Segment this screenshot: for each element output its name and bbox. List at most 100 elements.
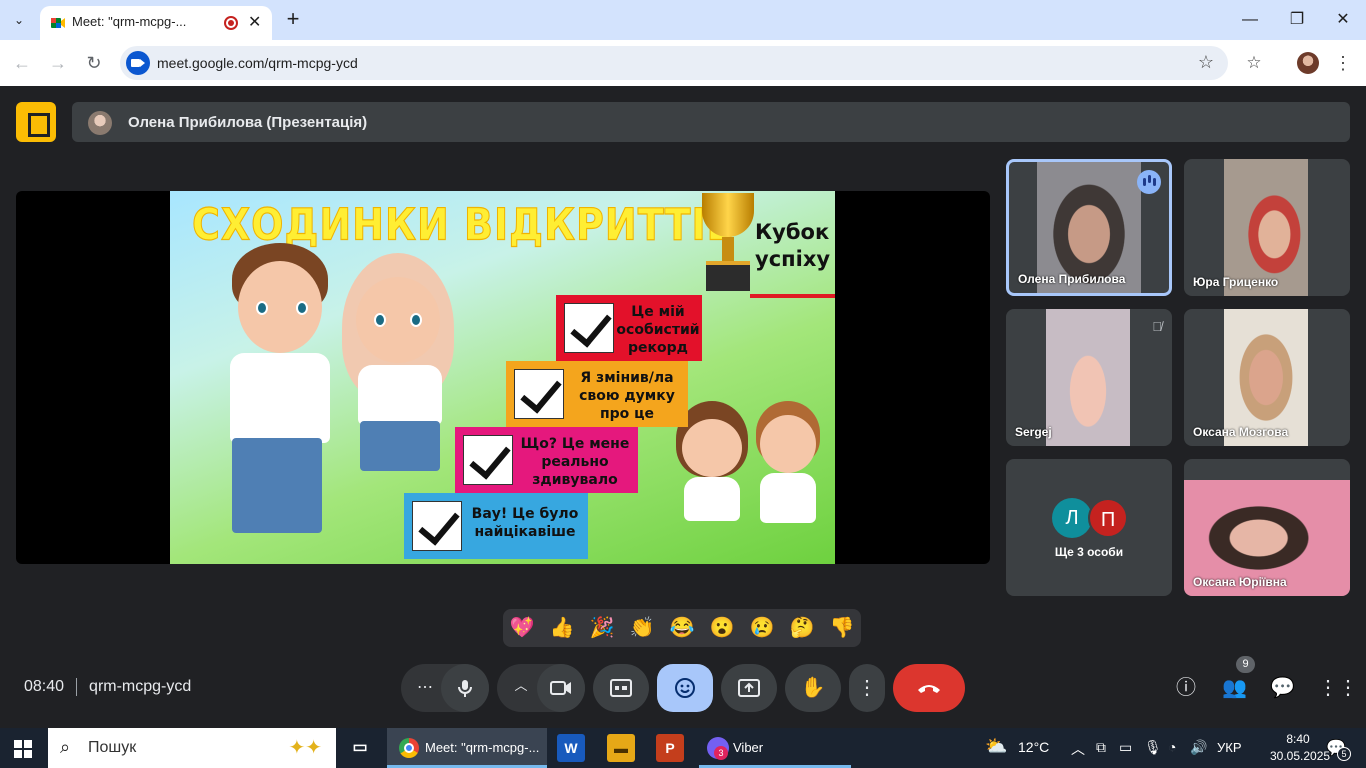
step-4: Вау! Це було найцікавіше [404, 493, 588, 559]
search-icon: ⌕ [60, 737, 71, 757]
taskbar-chrome[interactable]: Meet: "qrm-mcpg-... [387, 728, 547, 768]
sparkle-icon: ✦✦ [288, 737, 322, 759]
file-explorer-icon[interactable]: ▬ [607, 734, 635, 762]
thinking-face-icon[interactable]: 🤔 [787, 613, 817, 643]
more-audio-options-icon[interactable]: ⋯ [413, 664, 437, 712]
minimize-icon[interactable]: — [1238, 8, 1262, 32]
system-clock[interactable]: 8:40 30.05.2025 [1270, 731, 1330, 765]
slide-title: СХОДИНКИ ВІДКРИТТІВ [192, 198, 737, 250]
mic-button[interactable] [441, 664, 489, 712]
thumbs-down-icon[interactable]: 👎 [827, 613, 857, 643]
step-2-text: Я змінив/ла свою думку про це [579, 370, 675, 422]
cup-label: Кубок успіху [755, 220, 831, 271]
site-info-icon[interactable] [126, 51, 150, 75]
participant-tile[interactable]: Оксана Юріївна [1184, 459, 1350, 596]
close-icon[interactable]: ✕ [248, 12, 261, 32]
back-icon[interactable]: ← [10, 51, 34, 75]
people-count-badge: 9 [1236, 656, 1255, 673]
end-call-icon [918, 685, 940, 693]
leave-call-button[interactable] [893, 664, 965, 712]
close-window-icon[interactable]: ✕ [1331, 8, 1355, 32]
powerpoint-icon[interactable]: P [656, 734, 684, 762]
present-button[interactable] [721, 664, 777, 712]
meeting-details-icon[interactable]: ⓘ [1174, 676, 1198, 700]
windows-start-icon[interactable] [14, 740, 32, 758]
checkbox-icon [514, 369, 564, 419]
audio-control-group: ⋯ [401, 664, 489, 712]
sparkling-heart-icon[interactable]: 💖 [507, 613, 537, 643]
restore-icon[interactable]: ❐ [1285, 8, 1309, 32]
task-view-icon[interactable]: ▭ [346, 734, 374, 762]
step-1: Це мій особистий рекорд [556, 295, 702, 361]
viber-badge: 3 [714, 746, 728, 760]
participant-tile[interactable]: Оксана Мозгова [1184, 309, 1350, 446]
step-4-text: Вау! Це було найцікавіше [471, 506, 579, 540]
camera-button[interactable] [537, 664, 585, 712]
volume-icon[interactable]: 🔊 [1190, 739, 1207, 756]
participant-name: Оксана Мозгова [1193, 425, 1289, 439]
browser-tab[interactable]: Meet: "qrm-mcpg-... ✕ [40, 6, 272, 40]
captions-button[interactable] [593, 664, 649, 712]
small-kids-illustration [670, 401, 830, 564]
chevron-up-icon[interactable]: ︿ [509, 662, 533, 710]
menu-icon[interactable]: ⋮ [1333, 51, 1353, 75]
star-icon[interactable]: ☆ [1198, 52, 1214, 73]
wifi-icon[interactable]: ◔ [1168, 739, 1176, 755]
word-icon[interactable]: W [557, 734, 585, 762]
tab-search-icon[interactable]: ⌄ [6, 7, 32, 33]
browser-toolbar: ← → ↻ meet.google.com/qrm-mcpg-ycd ☆ ☆ ⋮ [0, 40, 1366, 86]
avatar [88, 111, 112, 135]
reactions-button[interactable] [657, 664, 713, 712]
chevron-up-icon[interactable]: ︿ [1071, 739, 1085, 759]
bookmarks-icon[interactable]: ☆ [1242, 51, 1266, 75]
participant-name: Юра Гриценко [1193, 275, 1279, 289]
meet-favicon [51, 18, 65, 28]
battery-icon[interactable]: ▭ [1119, 739, 1132, 756]
participant-tile[interactable]: Олена Прибилова [1006, 159, 1172, 296]
surprised-face-icon[interactable]: 😮 [707, 613, 737, 643]
checkbox-icon [412, 501, 462, 551]
participant-tile[interactable]: 🎙̸ Sergej [1006, 309, 1172, 446]
taskbar-search[interactable]: ⌕ Пошук ✦✦ [48, 728, 336, 768]
laughing-face-icon[interactable]: 😂 [667, 613, 697, 643]
presenter-bar: Олена Прибилова (Презентація) [72, 102, 1350, 142]
more-participants-label: Ще 3 особи [1054, 545, 1124, 559]
profile-avatar[interactable] [1297, 52, 1319, 74]
emoji-icon [675, 678, 695, 698]
step-3-text: Що? Це мене реально здивувало [520, 436, 630, 488]
thumbs-up-icon[interactable]: 👍 [547, 613, 577, 643]
participant-tile[interactable]: Юра Гриценко [1184, 159, 1350, 296]
language-indicator[interactable]: УКР [1217, 740, 1242, 755]
meeting-info: 08:40 qrm-mcpg-ycd [24, 678, 191, 696]
url-text[interactable]: meet.google.com/qrm-mcpg-ycd [157, 55, 358, 71]
weather-temp[interactable]: 12°C [1018, 739, 1049, 755]
forward-icon[interactable]: → [46, 51, 70, 75]
participant-name: Оксана Юріївна [1193, 575, 1287, 589]
more-options-button[interactable]: ⋮ [849, 664, 885, 712]
taskbar-viber[interactable]: 3 Viber [699, 728, 851, 768]
raise-hand-icon: ✋ [800, 677, 826, 699]
reload-icon[interactable]: ↻ [82, 51, 106, 75]
chat-icon[interactable]: 💬 [1270, 676, 1295, 700]
microphone-icon[interactable]: 🎙 [1144, 739, 1162, 756]
activities-icon[interactable]: ⋮⋮ [1318, 676, 1358, 700]
tab-title: Meet: "qrm-mcpg-... [72, 14, 187, 29]
meeting-time: 08:40 [24, 678, 65, 696]
boy-illustration [190, 243, 340, 563]
meet-logo[interactable] [16, 102, 56, 142]
party-popper-icon[interactable]: 🎉 [587, 613, 617, 643]
more-participants-tile[interactable]: Л П Ще 3 особи [1006, 459, 1172, 596]
weather-icon[interactable]: ⛅ [985, 736, 1007, 757]
search-input[interactable]: Пошук [88, 739, 136, 757]
meet-tray-icon[interactable]: ⧉ [1096, 739, 1106, 756]
clapping-hands-icon[interactable]: 👏 [627, 613, 657, 643]
crying-face-icon[interactable]: 😢 [747, 613, 777, 643]
avatar: П [1088, 498, 1128, 538]
address-bar[interactable]: meet.google.com/qrm-mcpg-ycd ☆ [120, 46, 1228, 80]
step-2: Я змінив/ла свою думку про це [506, 361, 688, 427]
notification-count: 5 [1337, 747, 1351, 761]
people-icon[interactable]: 👥 [1222, 676, 1247, 700]
plus-icon[interactable]: + [282, 7, 304, 31]
participant-name: Sergej [1015, 425, 1052, 439]
raise-hand-button[interactable]: ✋ [785, 664, 841, 712]
